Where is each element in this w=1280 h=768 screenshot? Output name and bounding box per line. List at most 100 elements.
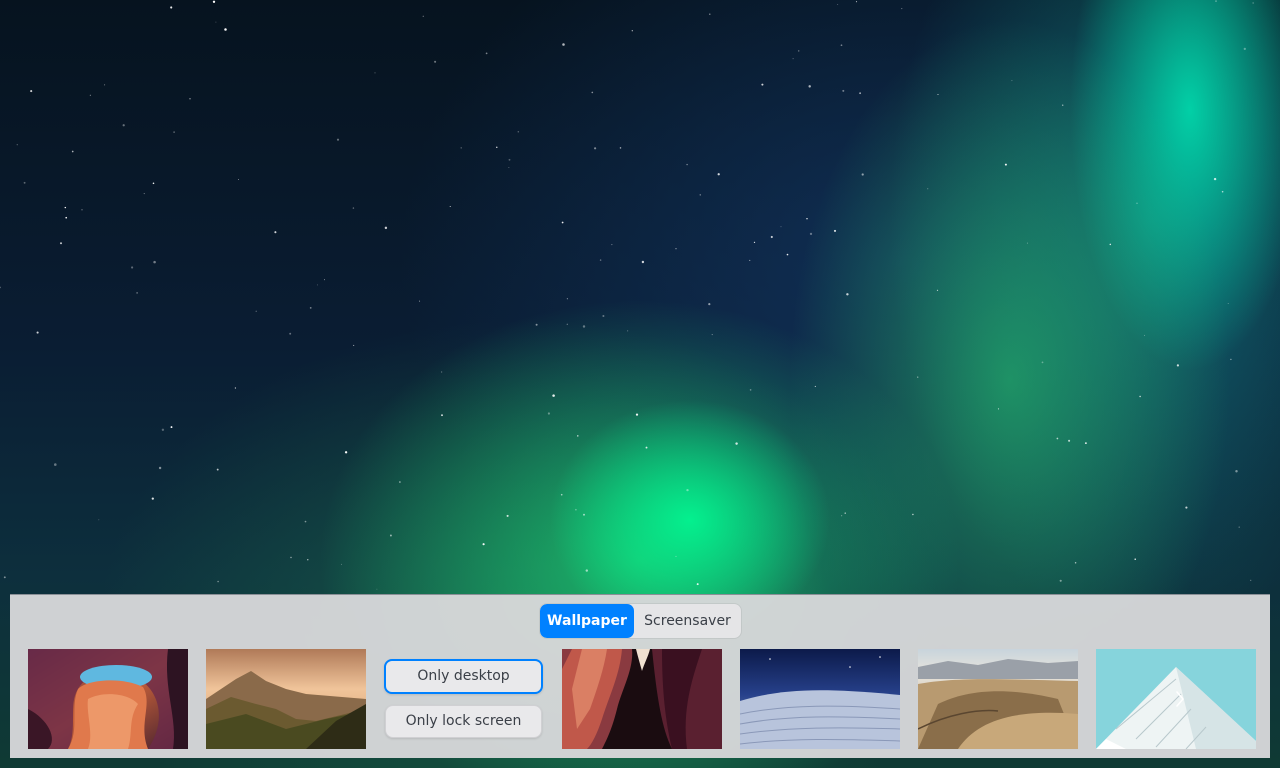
star [376, 588, 378, 590]
star [686, 488, 689, 492]
wallpaper-thumb-desert-dunes[interactable] [918, 649, 1078, 749]
tab-screensaver[interactable]: Screensaver [634, 604, 741, 638]
star [566, 323, 568, 325]
wallpaper-thumb-canyon-arch[interactable] [28, 649, 188, 749]
star [0, 286, 2, 289]
star [1074, 562, 1077, 564]
star [216, 468, 219, 471]
star [434, 60, 437, 63]
star [1061, 104, 1064, 106]
star [936, 289, 939, 291]
star [441, 371, 443, 373]
star [1109, 243, 1112, 246]
star [585, 569, 588, 572]
only-desktop-button[interactable]: Only desktop [384, 659, 543, 694]
star [780, 226, 782, 228]
star [1227, 303, 1229, 304]
star [735, 442, 738, 445]
only-lock-screen-button[interactable]: Only lock screen [385, 705, 542, 738]
star [792, 58, 794, 60]
star [3, 576, 6, 579]
star [1056, 437, 1059, 440]
star [158, 466, 162, 470]
star [1011, 80, 1013, 82]
star [344, 451, 348, 454]
star [1252, 2, 1254, 4]
star [645, 446, 648, 449]
star [841, 515, 843, 517]
star [65, 216, 68, 219]
star [708, 303, 711, 306]
star [59, 242, 63, 245]
star [151, 497, 154, 500]
star [136, 292, 138, 294]
star [1238, 526, 1240, 528]
star [711, 334, 713, 336]
mode-switch: Wallpaper Screensaver [540, 604, 741, 638]
star [131, 266, 134, 269]
star [602, 314, 605, 318]
star [304, 520, 307, 523]
star [861, 173, 864, 176]
star [1185, 506, 1188, 509]
wallpaper-thumb-red-slot-canyon[interactable] [562, 649, 722, 749]
star [535, 323, 538, 326]
tab-wallpaper[interactable]: Wallpaper [540, 604, 634, 638]
star [16, 144, 18, 146]
star [508, 158, 511, 161]
star [389, 534, 392, 537]
star [1176, 364, 1180, 367]
star [1136, 202, 1138, 204]
star [441, 414, 443, 417]
star [937, 93, 939, 96]
star [627, 330, 629, 332]
star [696, 583, 699, 586]
star [844, 512, 846, 514]
star [1215, 0, 1217, 2]
star [152, 182, 155, 185]
star [89, 94, 91, 96]
star [64, 206, 67, 209]
star [833, 229, 837, 232]
star [290, 556, 292, 559]
star [449, 206, 451, 207]
star [582, 325, 586, 328]
star [1235, 469, 1238, 473]
star [352, 207, 355, 209]
star [912, 513, 914, 516]
star [901, 8, 903, 10]
star [599, 259, 602, 261]
star [161, 428, 165, 431]
star [917, 376, 919, 378]
wallpaper-thumb-white-dunes-night[interactable] [740, 649, 900, 749]
star [274, 231, 277, 234]
star [1243, 47, 1246, 51]
star [1026, 242, 1028, 244]
star [749, 389, 752, 391]
star [797, 50, 800, 52]
star [846, 293, 849, 296]
star [1059, 579, 1062, 582]
star [170, 426, 173, 429]
star [71, 150, 74, 153]
star [234, 387, 237, 389]
star [104, 84, 106, 86]
wallpaper-thumb-white-architecture[interactable] [1096, 649, 1256, 749]
star [224, 28, 227, 31]
star [997, 408, 1000, 410]
star [485, 52, 488, 55]
star [717, 173, 720, 176]
star [809, 232, 813, 236]
star [353, 344, 355, 346]
chevron-right-icon[interactable] [1172, 687, 1188, 711]
star [562, 43, 565, 46]
star [560, 493, 563, 496]
star [324, 279, 325, 281]
wallpaper-thumb-mountain-sunset[interactable] [206, 649, 366, 749]
star [419, 300, 421, 302]
star [761, 83, 764, 86]
star [591, 91, 594, 94]
star [840, 44, 843, 47]
star [786, 253, 789, 256]
star [316, 284, 318, 286]
